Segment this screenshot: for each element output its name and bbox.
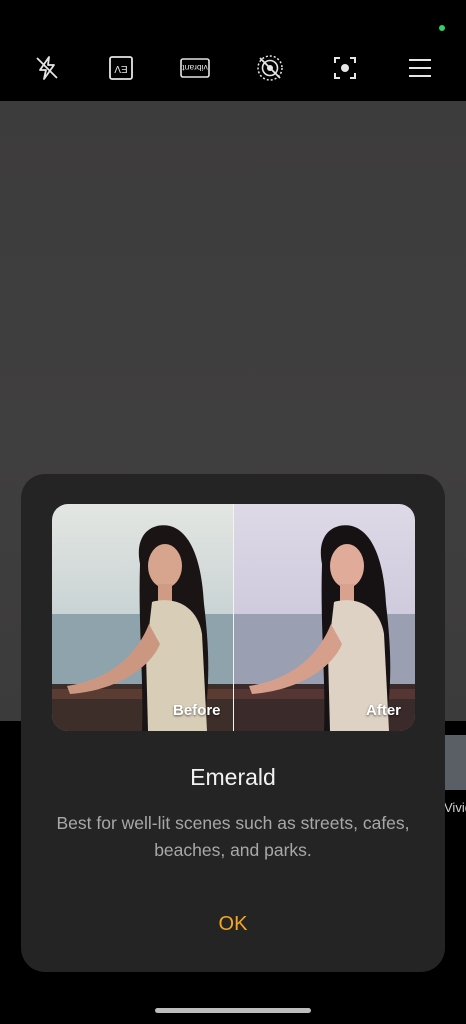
recording-indicator-dot <box>439 25 445 31</box>
filter-thumbnail[interactable] <box>445 735 466 790</box>
home-indicator[interactable] <box>155 1008 311 1013</box>
filter-info-dialog: Before After Emerald Best for well-lit s… <box>21 474 445 972</box>
flash-off-icon[interactable] <box>32 53 62 83</box>
after-photo <box>234 504 415 731</box>
after-label: After <box>366 702 402 719</box>
menu-icon[interactable] <box>405 53 435 83</box>
filter-mode-label[interactable]: Vivid <box>444 800 466 815</box>
before-label: Before <box>173 702 221 719</box>
vibrant-icon-label: vibrant <box>182 63 208 73</box>
live-photo-off-icon[interactable] <box>255 53 285 83</box>
compare-divider <box>233 504 234 731</box>
dialog-title: Emerald <box>190 764 276 790</box>
before-after-preview: Before After <box>52 504 415 731</box>
before-photo <box>52 504 233 731</box>
ev-icon[interactable]: EV <box>106 53 136 83</box>
focus-icon[interactable] <box>330 53 360 83</box>
ok-button[interactable]: OK <box>193 906 273 942</box>
dialog-description: Best for well-lit scenes such as streets… <box>56 813 410 860</box>
ev-icon-label: EV <box>114 63 128 74</box>
vibrant-icon[interactable]: vibrant <box>180 53 210 83</box>
camera-toolbar: EV vibrant <box>0 0 466 101</box>
